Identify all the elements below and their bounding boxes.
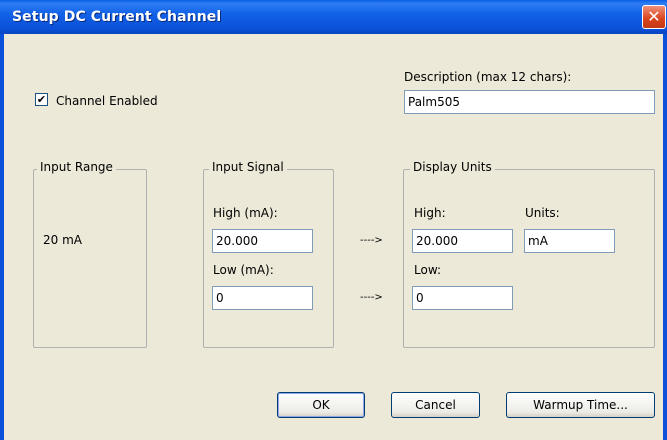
- display-low-field[interactable]: [412, 286, 513, 310]
- display-units-legend: Display Units: [410, 160, 495, 174]
- close-button[interactable]: ✕: [642, 5, 666, 29]
- description-input[interactable]: [404, 90, 655, 114]
- channel-enabled-label[interactable]: Channel Enabled: [56, 94, 158, 108]
- warmup-time-button[interactable]: Warmup Time...: [506, 392, 655, 418]
- input-signal-legend: Input Signal: [209, 160, 287, 174]
- channel-enabled-checkbox[interactable]: ✔: [35, 93, 48, 106]
- units-label: Units:: [525, 206, 560, 220]
- display-high-label: High:: [414, 206, 446, 220]
- window-frame-left: [0, 34, 4, 440]
- input-range-group: [33, 169, 147, 348]
- input-low-label: Low (mA):: [213, 263, 274, 277]
- input-signal-group: [203, 169, 334, 348]
- arrow-high-icon: ---->: [360, 235, 383, 246]
- checkmark-icon: ✔: [36, 93, 47, 106]
- input-range-legend: Input Range: [37, 160, 116, 174]
- window-frame-right: [663, 34, 667, 440]
- input-range-value: 20 mA: [43, 233, 82, 247]
- input-low-field[interactable]: [212, 286, 313, 310]
- input-high-label: High (mA):: [213, 206, 278, 220]
- display-low-label: Low:: [414, 263, 442, 277]
- ok-button[interactable]: OK: [277, 392, 365, 418]
- cancel-button[interactable]: Cancel: [391, 392, 480, 418]
- units-field[interactable]: [524, 229, 615, 253]
- description-label: Description (max 12 chars):: [404, 70, 572, 84]
- display-units-group: [403, 169, 655, 348]
- close-icon: ✕: [647, 7, 661, 26]
- input-high-field[interactable]: [212, 229, 313, 253]
- window-title: Setup DC Current Channel: [12, 9, 222, 25]
- arrow-low-icon: ---->: [360, 292, 383, 303]
- display-high-field[interactable]: [412, 229, 513, 253]
